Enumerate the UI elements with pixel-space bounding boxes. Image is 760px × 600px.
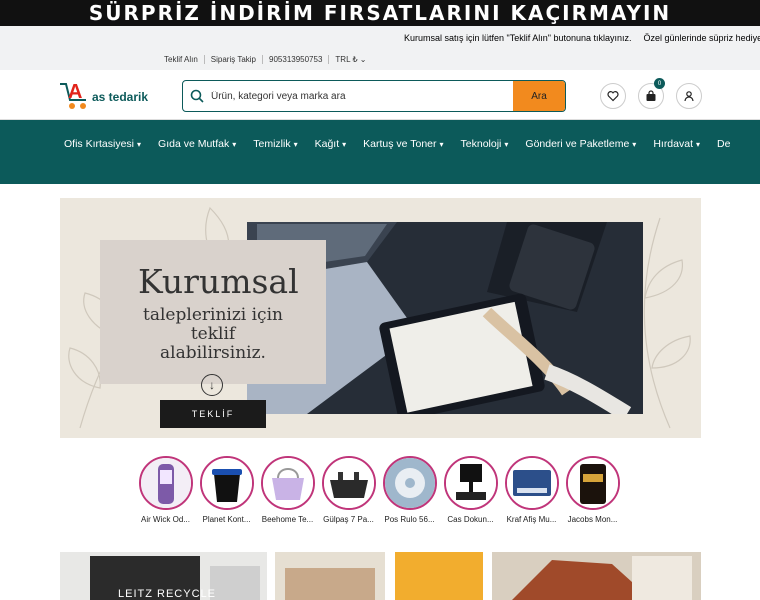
promo-banner-text: SÜRPRİZ İNDİRİM FIRSATLARINI KAÇIRMAYIN <box>88 1 672 25</box>
nav-item-label: Ofis Kırtasiyesi <box>64 138 135 150</box>
category-label: Planet Kont... <box>202 515 251 524</box>
nav-item-toner[interactable]: Kartuş ve Toner ▾ <box>363 138 443 150</box>
nav-item-label: De <box>717 138 731 150</box>
category-label: Gülpaş 7 Pa... <box>323 515 374 524</box>
nav-item-shipping[interactable]: Gönderi ve Paketleme ▾ <box>525 138 636 150</box>
arrow-down-circle-icon: ↓ <box>201 374 223 396</box>
promo-tile[interactable] <box>275 552 385 600</box>
hero-title: Kurumsal <box>138 262 299 301</box>
chevron-down-icon: ▾ <box>342 139 347 149</box>
promo-tiles: LEITZ RECYCLE <box>60 552 701 600</box>
logo-text: as tedarik <box>92 90 149 104</box>
promo-banner: SÜRPRİZ İNDİRİM FIRSATLARINI KAÇIRMAYIN <box>0 0 760 26</box>
cart-count-badge: 0 <box>654 78 665 89</box>
chevron-down-icon: ▾ <box>137 139 142 149</box>
search-box: Ara <box>182 80 566 112</box>
category-label: Pos Rulo 56... <box>384 515 435 524</box>
chevron-down-icon: ▾ <box>439 139 444 149</box>
category-item[interactable]: Gülpaş 7 Pa... <box>321 456 376 524</box>
category-carousel: Air Wick Od... Planet Kont... Beehome Te… <box>138 456 620 524</box>
category-item[interactable]: Jacobs Mon... <box>565 456 620 524</box>
category-item[interactable]: Cas Dokun... <box>443 456 498 524</box>
logo[interactable]: A as tedarik <box>58 78 154 112</box>
nav-item-paper[interactable]: Kağıt ▾ <box>315 138 347 150</box>
heart-icon <box>607 91 619 102</box>
search-icon <box>183 81 211 111</box>
category-image <box>138 456 193 510</box>
category-label: Beehome Te... <box>261 515 314 524</box>
quote-button[interactable]: TEKLİF <box>160 400 266 428</box>
chevron-down-icon: ▾ <box>632 139 637 149</box>
link-phone[interactable]: 905313950753 <box>263 54 330 64</box>
header-actions: 0 <box>600 78 702 109</box>
nav-item-label: Gönderi ve Paketleme <box>525 138 630 150</box>
info-bar: Kurumsal satış için lütfen "Teklif Alın"… <box>0 26 760 70</box>
search-button[interactable]: Ara <box>513 81 565 111</box>
hero-card: Kurumsal taleplerinizi için teklif alabi… <box>100 240 326 384</box>
promo-tile[interactable] <box>492 552 701 600</box>
logo-cart-icon: A <box>60 81 86 109</box>
category-item[interactable]: Beehome Te... <box>260 456 315 524</box>
chevron-down-icon: ▾ <box>696 139 701 149</box>
nav-item-label: Kartuş ve Toner <box>363 138 437 150</box>
ticker-message: Özel günlerinde süpriz hediye <box>643 33 760 43</box>
category-label: Kraf Afiş Mu... <box>506 515 557 524</box>
nav-item-more[interactable]: De <box>717 138 730 150</box>
favorites-button[interactable] <box>600 83 626 109</box>
chevron-down-icon: ▾ <box>232 139 237 149</box>
nav-item-technology[interactable]: Teknoloji ▾ <box>461 138 509 150</box>
category-image <box>199 456 254 510</box>
nav-item-hardware[interactable]: Hırdavat ▾ <box>653 138 700 150</box>
category-image <box>504 456 559 510</box>
nav-item-label: Temizlik <box>253 138 291 150</box>
hero-subtitle: taleplerinizi için teklif alabilirsiniz. <box>100 306 326 363</box>
category-label: Air Wick Od... <box>141 515 190 524</box>
nav-item-label: Teknoloji <box>460 138 502 150</box>
link-order-tracking[interactable]: Sipariş Takip <box>205 54 264 64</box>
nav-item-office[interactable]: Ofis Kırtasiyesi ▾ <box>64 138 141 150</box>
nav-item-food[interactable]: Gıda ve Mutfak ▾ <box>158 138 236 150</box>
announcement-ticker: Kurumsal satış için lütfen "Teklif Alın"… <box>400 29 760 47</box>
promo-tile-text: LEITZ RECYCLE <box>118 588 216 600</box>
promo-tile[interactable] <box>395 552 483 600</box>
main-nav: Ofis Kırtasiyesi ▾ Gıda ve Mutfak ▾ Temizl… <box>0 120 760 184</box>
link-get-quote[interactable]: Teklif Alın <box>158 54 205 64</box>
currency-label: TRL ₺ <box>335 54 358 64</box>
nav-item-label: Kağıt <box>314 138 340 150</box>
bag-icon <box>646 90 656 101</box>
category-item[interactable]: Air Wick Od... <box>138 456 193 524</box>
nav-item-label: Gıda ve Mutfak <box>158 138 230 150</box>
category-image <box>260 456 315 510</box>
category-image <box>565 456 620 510</box>
category-label: Cas Dokun... <box>447 515 494 524</box>
hero-subtitle-line: alabilirsiniz. <box>160 343 266 363</box>
ticker-message: Kurumsal satış için lütfen "Teklif Alın"… <box>404 33 632 43</box>
promo-tile[interactable]: LEITZ RECYCLE <box>60 552 267 600</box>
hero-subtitle-line: teklif <box>190 324 236 344</box>
cart-button[interactable]: 0 <box>638 78 665 109</box>
currency-select[interactable]: TRL ₺ ⌄ <box>329 55 372 64</box>
category-image <box>382 456 437 510</box>
category-item[interactable]: Kraf Afiş Mu... <box>504 456 559 524</box>
category-item[interactable]: Planet Kont... <box>199 456 254 524</box>
nav-item-label: Hırdavat <box>653 138 693 150</box>
category-image <box>321 456 376 510</box>
nav-item-cleaning[interactable]: Temizlik ▾ <box>253 138 297 150</box>
hero-subtitle-line: taleplerinizi için <box>143 305 283 325</box>
category-item[interactable]: Pos Rulo 56... <box>382 456 437 524</box>
top-links: Teklif Alın Sipariş Takip 905313950753 T… <box>158 52 372 66</box>
chevron-down-icon: ⌄ <box>359 54 367 64</box>
category-label: Jacobs Mon... <box>567 515 618 524</box>
hero-banner[interactable]: Kurumsal taleplerinizi için teklif alabi… <box>60 198 701 438</box>
search-input[interactable] <box>211 81 513 111</box>
category-image <box>443 456 498 510</box>
site-header: A as tedarik Ara 0 <box>0 70 760 120</box>
user-icon <box>684 91 694 102</box>
svg-text:A: A <box>68 81 82 103</box>
account-button[interactable] <box>676 83 702 109</box>
chevron-down-icon: ▾ <box>504 139 509 149</box>
chevron-down-icon: ▾ <box>293 139 298 149</box>
